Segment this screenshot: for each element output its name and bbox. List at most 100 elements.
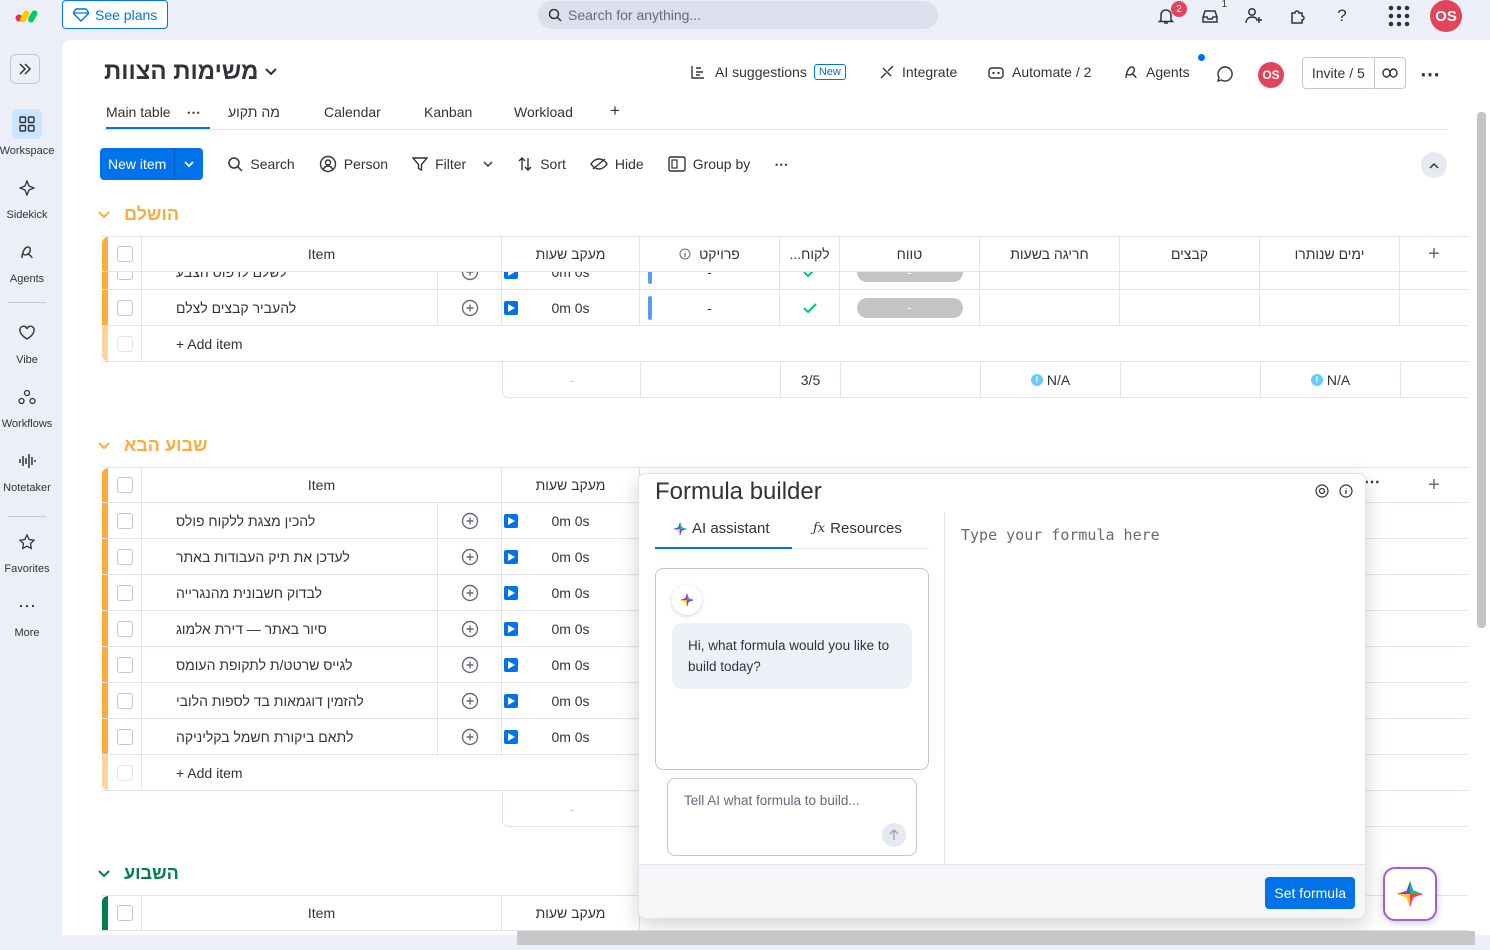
ai-suggestions-button[interactable]: AI suggestions New: [690, 64, 846, 80]
days-cell[interactable]: [1260, 272, 1400, 289]
group-title-next-week[interactable]: שבוע הבא: [98, 435, 208, 456]
global-search-input[interactable]: Search for anything...: [538, 1, 938, 29]
add-update-icon[interactable]: [438, 647, 502, 682]
tab-calendar[interactable]: Calendar: [324, 104, 381, 120]
overtime-cell[interactable]: [980, 290, 1120, 325]
expand-sidebar-chevrons-icon[interactable]: [10, 54, 40, 84]
add-update-icon[interactable]: [438, 272, 502, 289]
select-all-checkbox[interactable]: [108, 237, 142, 271]
row-checkbox[interactable]: [108, 719, 142, 754]
play-icon[interactable]: [504, 550, 518, 564]
nav-more[interactable]: ⋯ More: [0, 591, 54, 640]
row-checkbox[interactable]: [108, 503, 142, 538]
item-name[interactable]: לתאם ביקורת חשמל בקליניקה: [142, 719, 438, 754]
add-item-row[interactable]: + Add item: [102, 326, 1468, 362]
select-all-checkbox[interactable]: [108, 896, 142, 930]
time-tracking-cell[interactable]: 0m 0s: [502, 683, 640, 718]
nav-favorites[interactable]: Favorites: [0, 527, 54, 575]
table-row[interactable]: להעביר קבצים לצלם 0m 0s - -: [102, 290, 1468, 326]
nav-sidekick[interactable]: Sidekick: [0, 173, 54, 221]
set-formula-button[interactable]: Set formula: [1265, 877, 1355, 909]
play-icon[interactable]: [504, 514, 518, 528]
add-item-input[interactable]: + Add item: [142, 326, 1468, 361]
tab-options-icon[interactable]: ⋯: [186, 104, 200, 120]
chevron-down-icon[interactable]: [98, 441, 110, 450]
time-tracking-cell[interactable]: 0m 0s: [502, 575, 640, 610]
column-header-time-tracking[interactable]: מעקב שעות: [502, 468, 640, 502]
column-header-time-tracking[interactable]: מעקב שעות: [502, 237, 640, 271]
add-update-icon[interactable]: [438, 503, 502, 538]
add-column-plus-icon[interactable]: +: [1400, 468, 1468, 502]
new-item-button[interactable]: New item: [100, 148, 204, 180]
project-cell[interactable]: -: [640, 272, 780, 289]
info-icon[interactable]: [679, 248, 691, 260]
sort-button[interactable]: Sort: [517, 156, 566, 172]
play-icon[interactable]: [504, 730, 518, 744]
column-header-client[interactable]: ...לקוח: [780, 237, 840, 271]
tab-main-table[interactable]: Main table ⋯: [106, 104, 210, 129]
column-header-days[interactable]: ימים שנותרו: [1260, 237, 1400, 271]
row-checkbox[interactable]: [108, 611, 142, 646]
time-tracking-cell[interactable]: 0m 0s: [502, 272, 640, 289]
add-update-icon[interactable]: [438, 575, 502, 610]
person-filter-button[interactable]: Person: [319, 155, 388, 173]
add-update-icon[interactable]: [438, 290, 502, 325]
inbox-icon[interactable]: 1: [1199, 0, 1227, 27]
row-checkbox[interactable]: [108, 683, 142, 718]
nav-workspace[interactable]: Workspace: [0, 109, 54, 157]
chevron-down-icon[interactable]: [98, 210, 110, 219]
nav-notetaker[interactable]: Notetaker: [0, 446, 54, 494]
apps-puzzle-icon[interactable]: [1287, 5, 1309, 27]
board-title[interactable]: משימות הצוות: [104, 58, 278, 86]
group-title-done[interactable]: הושלם: [98, 204, 179, 225]
automate-button[interactable]: Automate / 2: [987, 64, 1091, 80]
chevron-down-icon[interactable]: [264, 67, 278, 77]
tab-stuck[interactable]: מה תקוע: [228, 104, 280, 120]
tab-kanban[interactable]: Kanban: [424, 104, 472, 120]
row-checkbox[interactable]: [108, 272, 142, 289]
collapse-header-chevron-up-icon[interactable]: [1421, 152, 1447, 178]
files-cell[interactable]: [1120, 290, 1260, 325]
board-more-icon[interactable]: ⋯: [1420, 62, 1440, 87]
table-row[interactable]: לשלם לדפוס הצבע 0m 0s - -: [102, 272, 1468, 290]
timeline-cell[interactable]: -: [840, 272, 980, 289]
item-name[interactable]: להכין מצגת ללקוח פולס: [142, 503, 438, 538]
column-header-overtime[interactable]: חריגה בשעות: [980, 237, 1120, 271]
days-cell[interactable]: [1260, 290, 1400, 325]
item-name[interactable]: להעביר קבצים לצלם: [142, 290, 438, 325]
item-name[interactable]: סיור באתר — דירת אלמוג: [142, 611, 438, 646]
nav-vibe[interactable]: Vibe: [0, 318, 54, 366]
filter-button[interactable]: Filter: [412, 156, 493, 172]
add-column-plus-icon[interactable]: +: [1400, 237, 1468, 271]
integrate-button[interactable]: Integrate: [879, 64, 957, 80]
play-icon[interactable]: [504, 622, 518, 636]
invite-button[interactable]: Invite / 5: [1302, 57, 1406, 89]
column-header-project[interactable]: פרויקט: [640, 237, 780, 271]
time-tracking-cell[interactable]: 0m 0s: [502, 539, 640, 574]
project-cell[interactable]: -: [640, 290, 780, 325]
check-icon[interactable]: [780, 290, 840, 325]
play-icon[interactable]: [504, 272, 518, 279]
item-name[interactable]: לשלם לדפוס הצבע: [142, 272, 438, 289]
updates-chat-icon[interactable]: [1216, 65, 1234, 83]
time-tracking-cell[interactable]: 0m 0s: [502, 647, 640, 682]
group-title-this-week[interactable]: השבוע: [98, 863, 179, 884]
tab-ai-assistant[interactable]: AI assistant: [673, 520, 770, 537]
new-item-dropdown-chevron-icon[interactable]: [175, 148, 203, 180]
ai-sidekick-fab-sparkle-icon[interactable]: [1383, 867, 1437, 921]
time-tracking-cell[interactable]: 0m 0s: [502, 611, 640, 646]
horizontal-scrollbar[interactable]: [517, 931, 1475, 945]
help-icon[interactable]: ?: [1331, 5, 1353, 27]
column-header-item[interactable]: Item: [142, 237, 502, 271]
timeline-cell[interactable]: -: [840, 290, 980, 325]
send-arrow-icon[interactable]: [882, 823, 906, 847]
column-header-timeline[interactable]: טווח: [840, 237, 980, 271]
select-all-checkbox[interactable]: [108, 468, 142, 502]
row-checkbox[interactable]: [108, 647, 142, 682]
column-header-item[interactable]: Item: [142, 896, 502, 930]
notifications-bell-icon[interactable]: 2: [1155, 1, 1187, 27]
vertical-scrollbar[interactable]: [1477, 112, 1486, 628]
app-switcher-grid-icon[interactable]: [1388, 5, 1410, 27]
add-update-icon[interactable]: [438, 611, 502, 646]
agents-button[interactable]: Agents: [1123, 64, 1190, 80]
